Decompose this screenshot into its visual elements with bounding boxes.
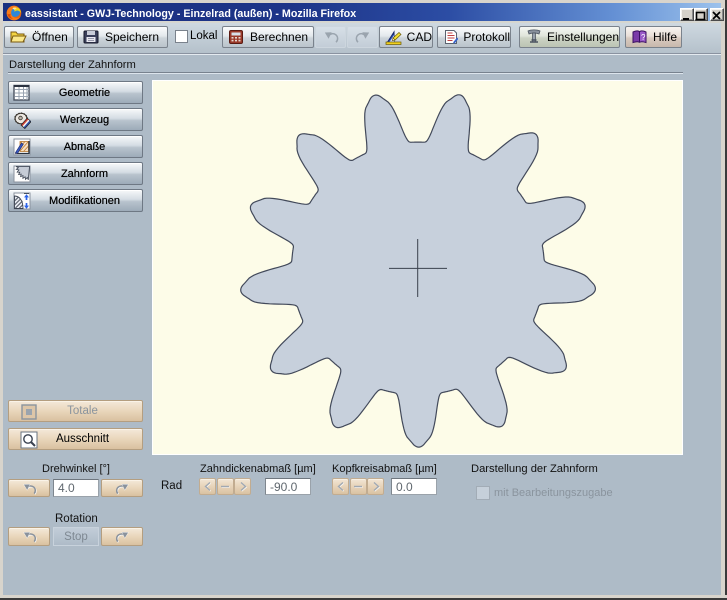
svg-text:?: ? — [641, 33, 646, 42]
